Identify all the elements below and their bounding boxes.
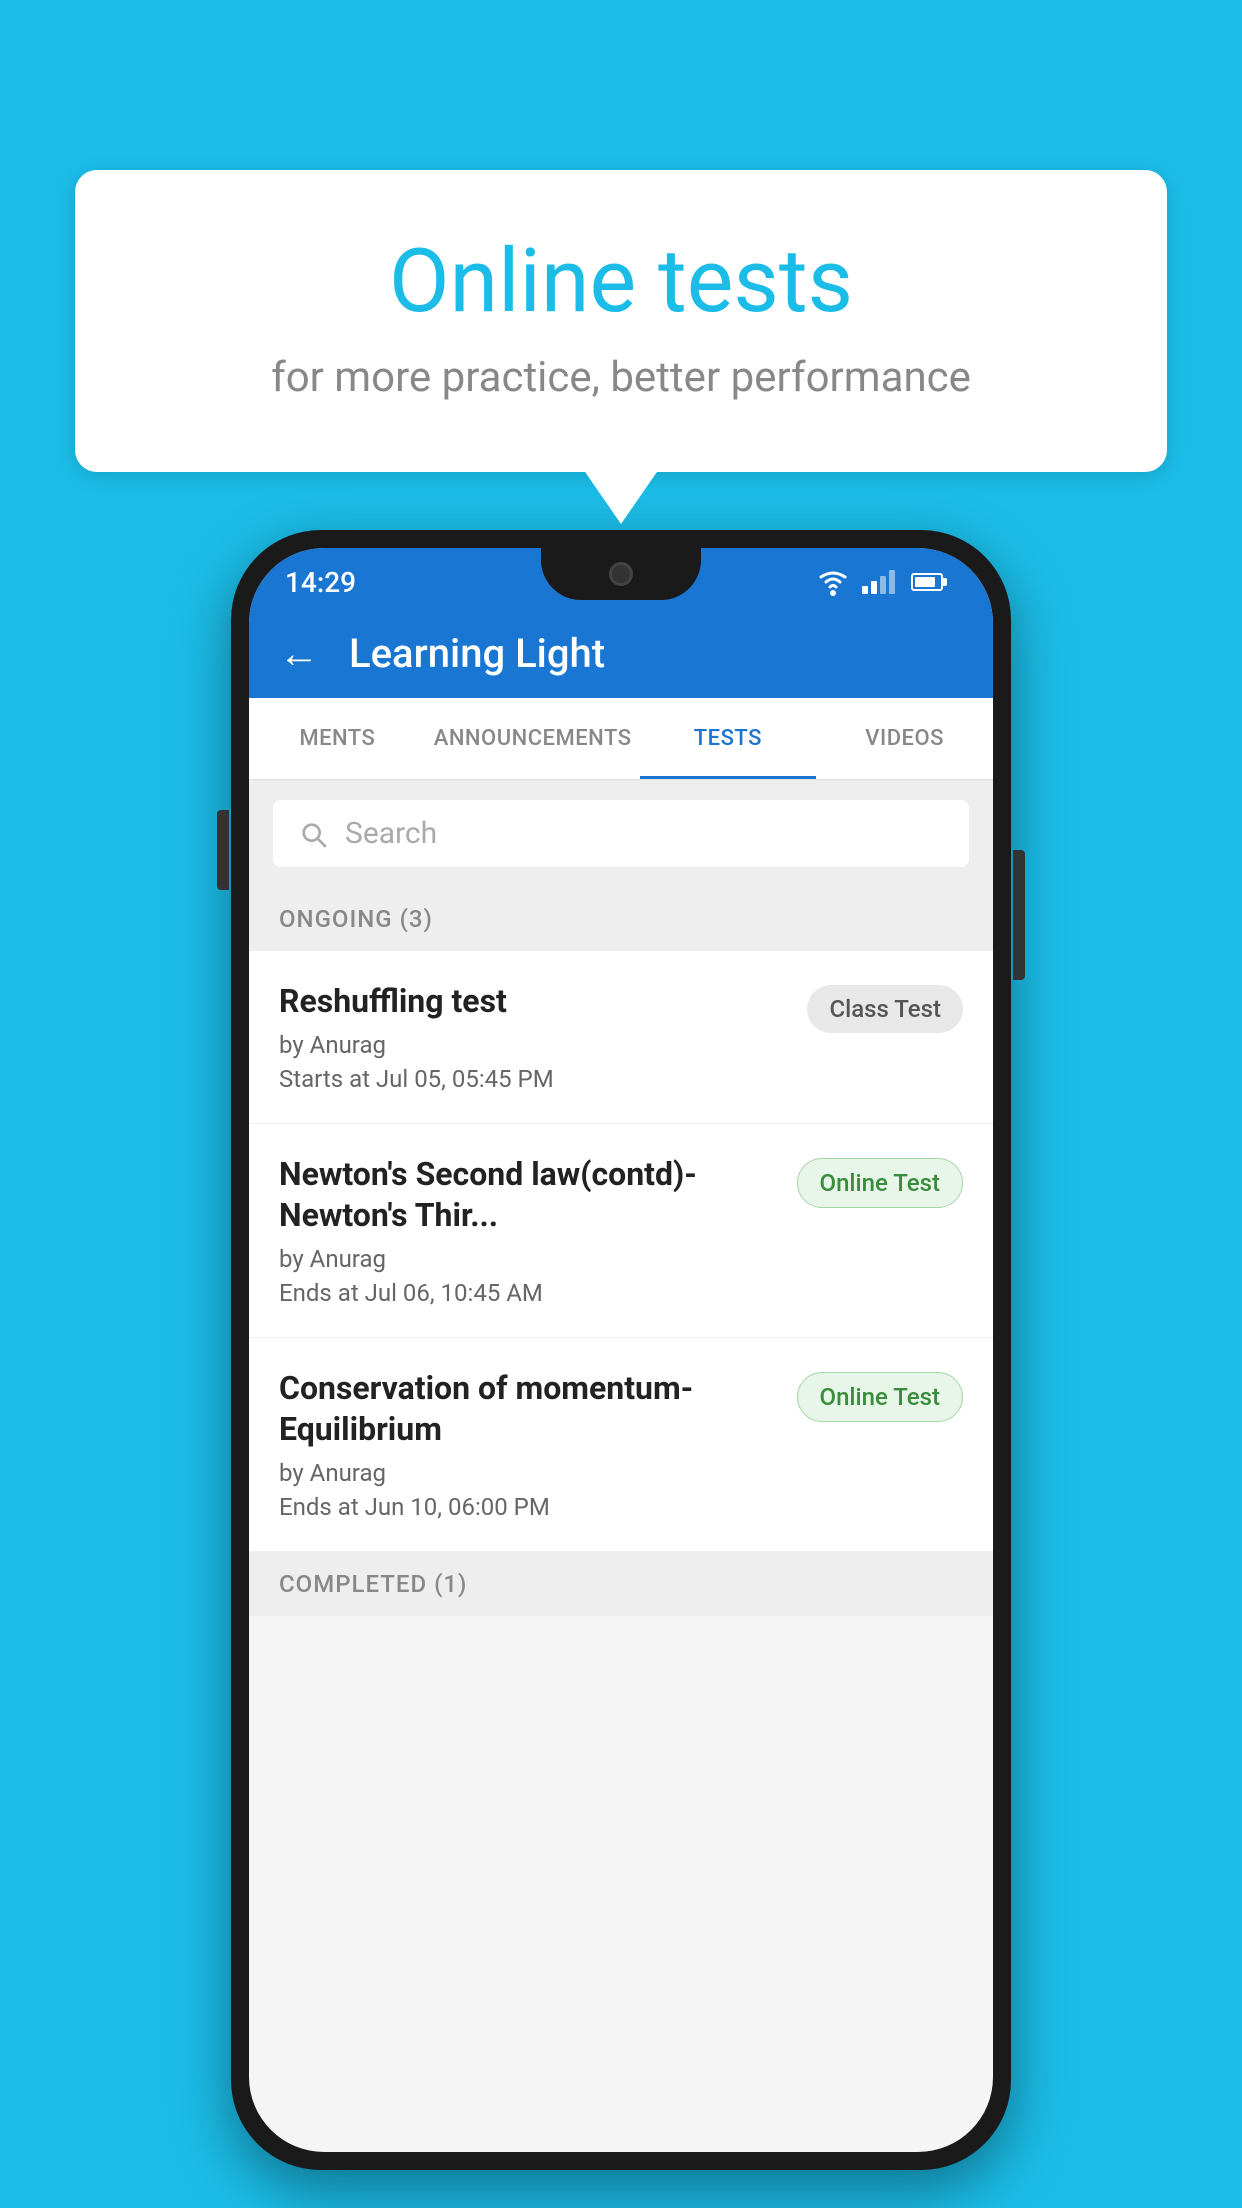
test-time-3: Ends at Jun 10, 06:00 PM — [279, 1493, 777, 1521]
phone-screen: 14:29 — [249, 548, 993, 2152]
app-bar: ← Learning Light — [249, 608, 993, 698]
test-author-2: by Anurag — [279, 1245, 777, 1273]
wifi-icon — [816, 568, 850, 596]
test-time-1: Starts at Jul 05, 05:45 PM — [279, 1065, 787, 1093]
status-time: 14:29 — [285, 566, 356, 599]
completed-header-text: COMPLETED (1) — [279, 1570, 467, 1598]
test-badge-3: Online Test — [797, 1372, 963, 1422]
test-content-2: Newton's Second law(contd)-Newton's Thir… — [279, 1154, 777, 1307]
search-input-wrapper[interactable]: Search — [273, 800, 969, 867]
tabs-container: MENTS ANNOUNCEMENTS TESTS VIDEOS — [249, 698, 993, 780]
test-content-1: Reshuffling test by Anurag Starts at Jul… — [279, 981, 787, 1093]
ongoing-section-header: ONGOING (3) — [249, 887, 993, 951]
signal-bars-icon — [862, 570, 895, 594]
test-badge-2: Online Test — [797, 1158, 963, 1208]
tab-ments[interactable]: MENTS — [249, 698, 426, 779]
test-time-2: Ends at Jul 06, 10:45 AM — [279, 1279, 777, 1307]
test-content-3: Conservation of momentum-Equilibrium by … — [279, 1368, 777, 1521]
speech-bubble: Online tests for more practice, better p… — [75, 170, 1167, 472]
tests-list: Reshuffling test by Anurag Starts at Jul… — [249, 951, 993, 1552]
search-placeholder: Search — [345, 816, 437, 851]
tab-videos[interactable]: VIDEOS — [816, 698, 993, 779]
test-item-3[interactable]: Conservation of momentum-Equilibrium by … — [249, 1338, 993, 1552]
phone-outer: 14:29 — [231, 530, 1011, 2170]
test-title-3: Conservation of momentum-Equilibrium — [279, 1368, 777, 1451]
test-item-2[interactable]: Newton's Second law(contd)-Newton's Thir… — [249, 1124, 993, 1338]
search-icon — [297, 818, 329, 850]
phone-notch — [541, 548, 701, 600]
search-container: Search — [249, 780, 993, 887]
battery-icon — [911, 573, 943, 591]
tab-announcements[interactable]: ANNOUNCEMENTS — [426, 698, 640, 779]
tab-tests[interactable]: TESTS — [640, 698, 817, 779]
test-author-1: by Anurag — [279, 1031, 787, 1059]
test-item[interactable]: Reshuffling test by Anurag Starts at Jul… — [249, 951, 993, 1124]
completed-section-header: COMPLETED (1) — [249, 1552, 993, 1616]
test-title-1: Reshuffling test — [279, 981, 787, 1023]
speech-bubble-container: Online tests for more practice, better p… — [75, 170, 1167, 472]
phone-container: 14:29 — [231, 530, 1011, 2170]
app-bar-title: Learning Light — [349, 630, 605, 677]
ongoing-header-text: ONGOING (3) — [279, 905, 433, 933]
speech-bubble-title: Online tests — [155, 230, 1087, 333]
speech-bubble-subtitle: for more practice, better performance — [155, 353, 1087, 402]
back-button[interactable]: ← — [279, 630, 319, 677]
test-badge-1: Class Test — [807, 985, 963, 1033]
camera — [609, 562, 633, 586]
test-title-2: Newton's Second law(contd)-Newton's Thir… — [279, 1154, 777, 1237]
status-icons — [816, 568, 943, 596]
test-author-3: by Anurag — [279, 1459, 777, 1487]
